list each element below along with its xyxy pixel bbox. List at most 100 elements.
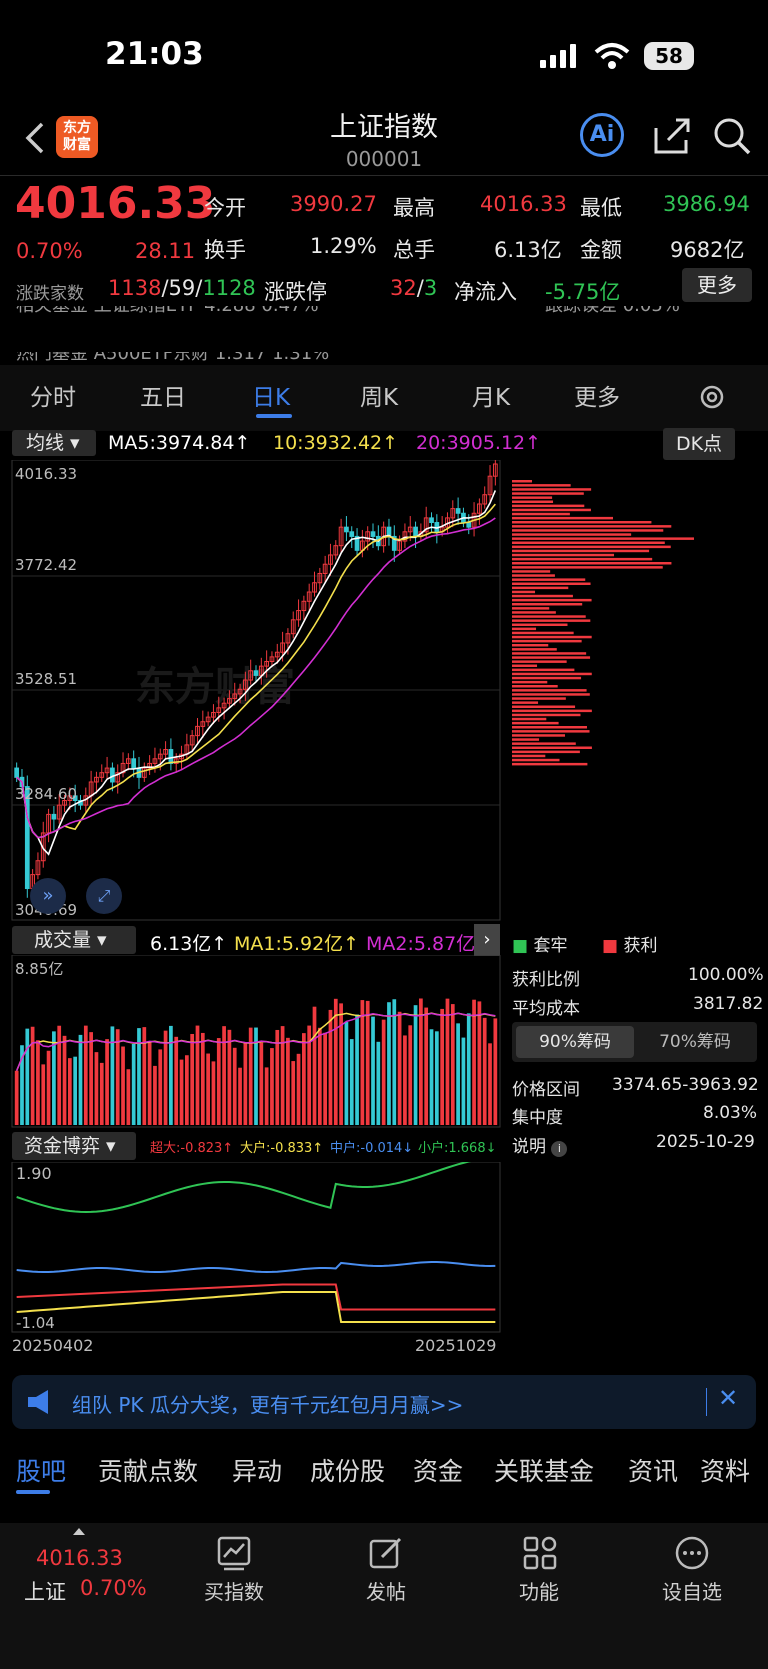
scroll-left-button[interactable]: » (30, 878, 66, 914)
tab-profile[interactable]: 资料 (700, 1452, 750, 1488)
tab-news[interactable]: 资讯 (628, 1452, 678, 1488)
tab-constituents[interactable]: 成份股 (310, 1452, 385, 1488)
expand-up-icon[interactable] (73, 1528, 85, 1535)
buy-index-icon[interactable] (216, 1535, 252, 1571)
chip-bar (512, 574, 555, 577)
volume-bar (482, 1017, 487, 1125)
candle-body (466, 522, 472, 528)
volume-bar (14, 1070, 19, 1125)
functions-icon[interactable] (522, 1535, 558, 1571)
functions-button[interactable]: 功能 (479, 1576, 599, 1605)
y-axis-label: 3528.51 (15, 670, 78, 688)
volume-bar (163, 1030, 168, 1125)
candle-body (344, 526, 349, 533)
separator: / (416, 276, 424, 300)
candle-body (51, 813, 57, 820)
volume-bar (46, 1050, 51, 1125)
chip-bar (512, 664, 538, 667)
volume-bar (291, 1061, 296, 1125)
kline-chart[interactable]: 东方财富 (0, 460, 768, 925)
buy-index-button[interactable]: 买指数 (174, 1576, 294, 1605)
tab-daily-k[interactable]: 日K (252, 378, 290, 412)
amount-label: 金额 (580, 238, 622, 262)
tab-contribution[interactable]: 贡献点数 (98, 1452, 198, 1488)
candle-body (253, 670, 259, 676)
volume-bar (115, 1029, 120, 1125)
settings-icon[interactable] (697, 382, 727, 412)
add-watchlist-icon[interactable] (674, 1535, 710, 1571)
volume-bar (419, 998, 423, 1125)
volume-value: 6.13亿 (494, 238, 562, 262)
chip-bar (512, 693, 590, 696)
divider (706, 1388, 707, 1416)
fullscreen-icon[interactable]: ⤢ (86, 878, 122, 914)
capital-indicator-select[interactable]: 资金博弈 ▾ (12, 1132, 136, 1160)
info-icon[interactable]: i (551, 1141, 568, 1157)
more-button[interactable]: 更多 (682, 268, 752, 302)
volume-bar (270, 1048, 274, 1125)
chip-bar (512, 533, 632, 536)
tab-related-funds[interactable]: 关联基金 (494, 1452, 594, 1488)
volume-bar (259, 1042, 264, 1125)
search-icon[interactable] (712, 116, 752, 156)
chip-bar (512, 537, 694, 540)
post-button[interactable]: 发帖 (326, 1576, 446, 1605)
tab-five-day[interactable]: 五日 (140, 378, 186, 412)
chip-bar (512, 713, 581, 717)
share-icon[interactable] (652, 116, 692, 156)
change-percent: 0.70% (16, 239, 83, 263)
volume-bar (349, 1039, 354, 1125)
large-flow: 大户:-0.833↑ (240, 1141, 324, 1156)
profit-ratio-value: 100.00% (688, 965, 764, 985)
note-label: 说明 i (512, 1132, 568, 1157)
tab-more[interactable]: 更多 (574, 378, 620, 412)
chip-bar (512, 623, 568, 626)
hot-fund-row[interactable]: 热门基金 A500ETF东财 1.317 1.31% (16, 352, 329, 364)
related-fund-row[interactable]: 相关基金 上证综指ETF 4.288 0.47% (16, 306, 319, 318)
expand-arrow-icon[interactable]: › (474, 924, 500, 956)
ma10-value: 10:3932.42↑ (273, 432, 399, 454)
add-watchlist-button[interactable]: 设自选 (632, 1576, 752, 1605)
separator: / (161, 276, 169, 300)
chip-bar (512, 586, 569, 590)
chip-bar (512, 627, 537, 631)
mid-flow: 中户:-0.014↓ (330, 1141, 414, 1156)
volume-bar (339, 1003, 343, 1125)
indicator-select[interactable]: 均线 ▾ (12, 430, 96, 456)
tab-guba[interactable]: 股吧 (16, 1452, 66, 1488)
volume-indicator-select[interactable]: 成交量 ▾ (12, 926, 136, 954)
high-value: 4016.33 (480, 192, 567, 216)
volume-bar (121, 1046, 125, 1125)
chip-bar (512, 742, 576, 745)
date-start: 20250402 (12, 1336, 94, 1355)
chip-bar (512, 508, 591, 512)
banner-text[interactable]: 组队 PK 瓜分大奖，更有千元红包月月赢>> (72, 1389, 463, 1418)
volume-bar (392, 999, 397, 1125)
capital-game-chart (11, 1162, 501, 1333)
post-icon[interactable] (368, 1535, 404, 1571)
chip-tab-90[interactable]: 90%筹码 (516, 1026, 634, 1058)
tab-weekly-k[interactable]: 周K (360, 378, 398, 412)
volume-bar (333, 998, 338, 1125)
volume-bar (238, 1067, 242, 1125)
chip-bar (512, 590, 536, 594)
tab-movement[interactable]: 异动 (232, 1452, 282, 1488)
tab-monthly-k[interactable]: 月K (472, 378, 510, 412)
volume-bar (216, 1038, 221, 1125)
tab-capital[interactable]: 资金 (413, 1452, 463, 1488)
tab-intraday[interactable]: 分时 (30, 378, 76, 412)
volume-bar (105, 1039, 109, 1125)
chip-tab-70[interactable]: 70%筹码 (636, 1026, 754, 1058)
dk-point-button[interactable]: DK点 (663, 428, 735, 460)
chip-bar (512, 492, 584, 495)
avg-cost-label: 平均成本 (512, 999, 580, 1019)
price-range-value: 3374.65-3963.92 (612, 1075, 759, 1095)
volume-bar (94, 1052, 99, 1125)
volume-bar (472, 999, 476, 1125)
volume-bar (126, 1069, 131, 1125)
volume-bar (440, 1008, 445, 1125)
volume-bar (488, 1043, 492, 1125)
volume-bar (147, 1041, 152, 1125)
ai-assistant-button[interactable]: Ai (580, 113, 624, 157)
close-icon[interactable]: ✕ (718, 1384, 738, 1412)
